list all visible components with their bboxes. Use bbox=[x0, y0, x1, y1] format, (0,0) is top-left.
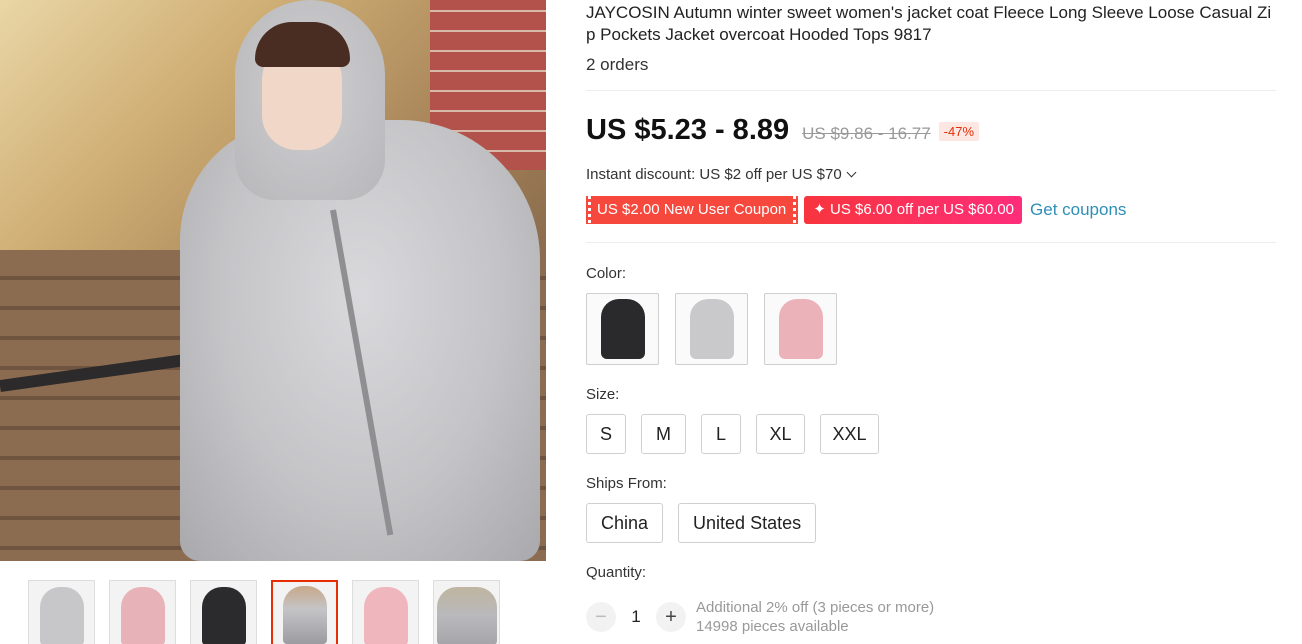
color-option-black[interactable] bbox=[586, 293, 659, 365]
price-row: US $5.23 - 8.89 US $9.86 - 16.77 -47% bbox=[586, 114, 980, 147]
size-options: S M L XL XXL bbox=[586, 414, 879, 454]
pink-fleece-figure bbox=[363, 587, 408, 644]
current-price: US $5.23 - 8.89 bbox=[586, 114, 790, 146]
size-label: Size: bbox=[586, 386, 620, 403]
thumbnail-gray-hoodie[interactable] bbox=[28, 580, 95, 644]
order-count: 2 orders bbox=[586, 55, 649, 74]
model-hair bbox=[255, 22, 350, 67]
increase-quantity-button[interactable]: + bbox=[656, 602, 686, 632]
quantity-label: Quantity: bbox=[586, 564, 647, 581]
gray-hoodie-figure bbox=[39, 587, 84, 644]
chevron-down-icon bbox=[846, 167, 857, 178]
size-option-l[interactable]: L bbox=[701, 414, 741, 454]
thumbnail-black-hoodie[interactable] bbox=[190, 580, 257, 644]
original-price: US $9.86 - 16.77 bbox=[802, 124, 931, 143]
bulk-discount-note: Additional 2% off (3 pieces or more) bbox=[696, 599, 935, 616]
stock-available-note: 14998 pieces available bbox=[696, 618, 849, 635]
quantity-stepper: − 1 + Additional 2% off (3 pieces or mor… bbox=[586, 598, 934, 636]
pink-hoodie-figure bbox=[120, 587, 165, 644]
size-option-xxl[interactable]: XXL bbox=[820, 414, 879, 454]
thumbnail-gray-hoodie-closeup[interactable] bbox=[433, 580, 500, 644]
color-option-gray[interactable] bbox=[675, 293, 748, 365]
get-coupons-link[interactable]: Get coupons bbox=[1030, 200, 1126, 220]
ships-from-united-states[interactable]: United States bbox=[678, 503, 817, 543]
pink-hoodie-figure bbox=[778, 299, 823, 359]
new-user-coupon[interactable]: US $2.00 New User Coupon bbox=[586, 196, 799, 224]
thumbnail-pink-hoodie[interactable] bbox=[109, 580, 176, 644]
quantity-notes: Additional 2% off (3 pieces or more) 149… bbox=[696, 598, 934, 636]
instant-discount-dropdown[interactable]: Instant discount: US $2 off per US $70 bbox=[586, 166, 857, 183]
ships-from-options: China United States bbox=[586, 503, 817, 543]
store-coupon[interactable]: ✦ US $6.00 off per US $60.00 bbox=[804, 196, 1023, 224]
size-option-xl[interactable]: XL bbox=[756, 414, 805, 454]
ships-from-china[interactable]: China bbox=[586, 503, 664, 543]
product-page: JAYCOSIN Autumn winter sweet women's jac… bbox=[0, 0, 1302, 644]
gray-closeup-figure bbox=[436, 587, 497, 644]
product-title: JAYCOSIN Autumn winter sweet women's jac… bbox=[586, 3, 1272, 44]
size-option-m[interactable]: M bbox=[641, 414, 686, 454]
black-hoodie-figure bbox=[201, 587, 246, 644]
coupon-row: US $2.00 New User Coupon ✦ US $6.00 off … bbox=[586, 196, 1126, 224]
gray-hoodie-figure bbox=[689, 299, 734, 359]
main-product-image bbox=[0, 0, 546, 561]
thumbnail-pink-fleece[interactable] bbox=[352, 580, 419, 644]
gray-hoodie-bench-figure bbox=[282, 586, 327, 644]
divider bbox=[586, 242, 1276, 243]
color-option-pink[interactable] bbox=[764, 293, 837, 365]
ships-from-label: Ships From: bbox=[586, 475, 667, 492]
divider bbox=[586, 90, 1276, 91]
quantity-input[interactable]: 1 bbox=[616, 607, 656, 627]
thumbnail-gray-hoodie-bench[interactable] bbox=[271, 580, 338, 644]
color-options bbox=[586, 293, 837, 365]
instant-discount-text: Instant discount: US $2 off per US $70 bbox=[586, 166, 842, 183]
discount-badge: -47% bbox=[938, 122, 980, 141]
black-hoodie-figure bbox=[600, 299, 645, 359]
size-option-s[interactable]: S bbox=[586, 414, 626, 454]
color-label: Color: bbox=[586, 265, 627, 282]
thumbnail-strip bbox=[28, 580, 500, 644]
decrease-quantity-button[interactable]: − bbox=[586, 602, 616, 632]
